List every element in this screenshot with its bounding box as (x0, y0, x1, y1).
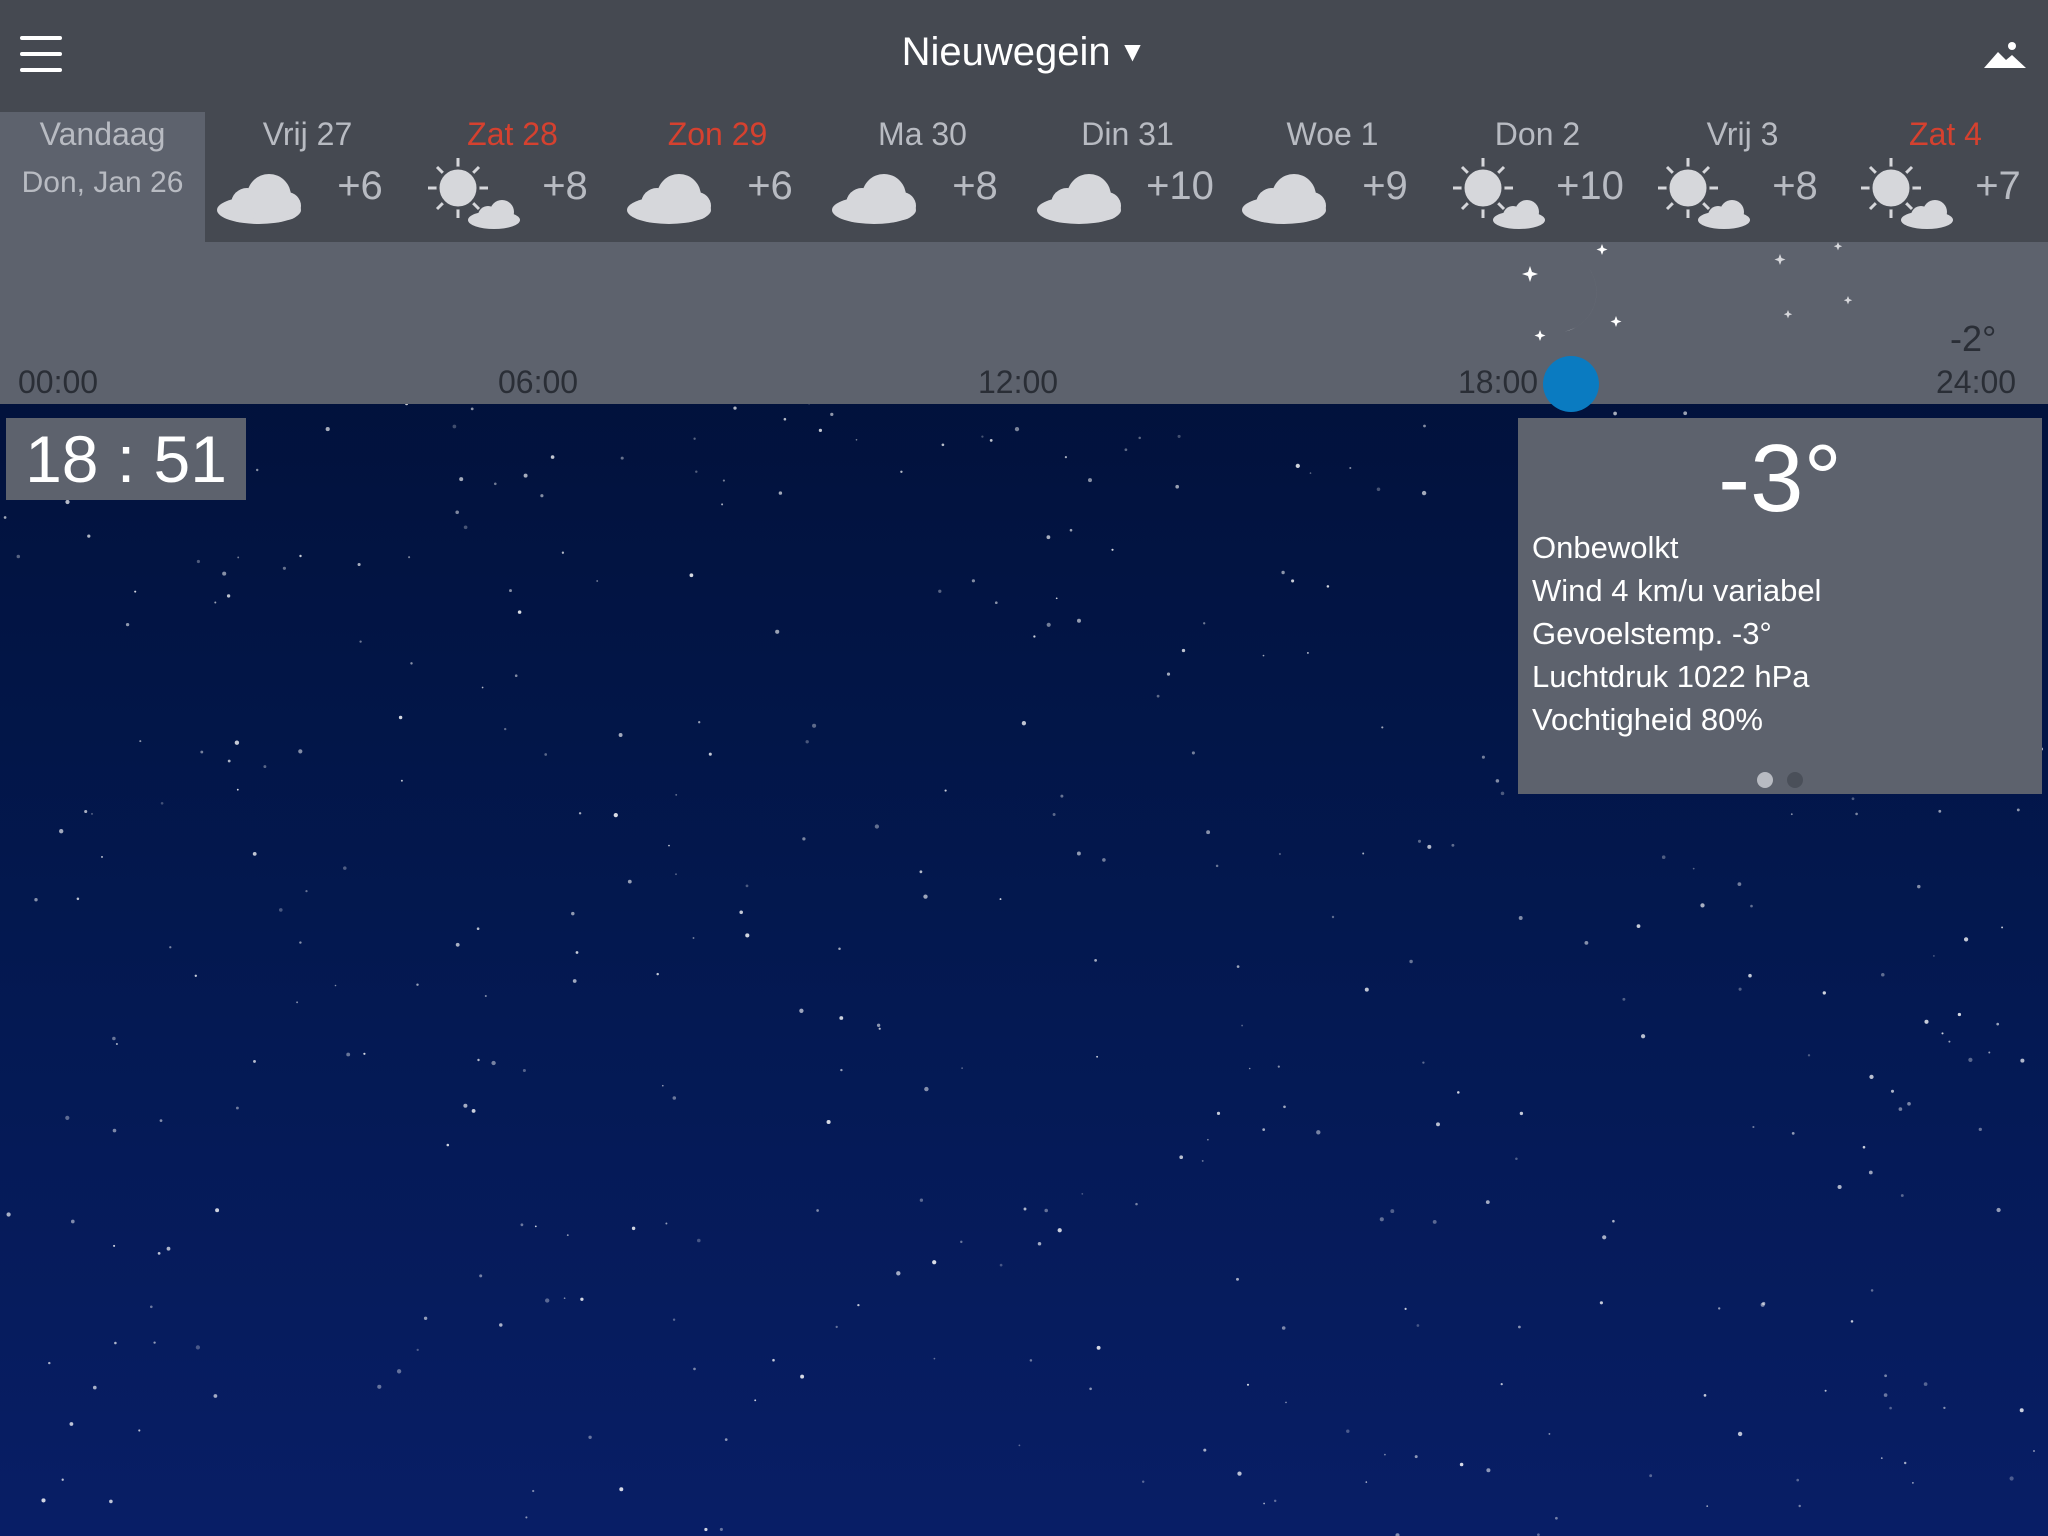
day-name: Zon 29 (667, 116, 768, 152)
day-forecast[interactable]: Don 2 +10 (1435, 112, 1640, 242)
sun-cloud-icon (428, 158, 520, 229)
day-temp: +8 (952, 164, 998, 208)
time-label: 00:00 (18, 364, 99, 400)
timeline-temp: -2° (1950, 318, 1997, 359)
current-temp: -3° (1718, 425, 1842, 532)
day-temp: +9 (1362, 164, 1408, 208)
current-weather-card[interactable]: -3° Onbewolkt Wind 4 km/u variabel Gevoe… (1518, 418, 2042, 794)
page-indicator[interactable] (1518, 772, 2042, 793)
feels-like-text: Gevoelstemp. -3° (1532, 616, 1772, 651)
page-dot[interactable] (1757, 772, 1773, 788)
day-date: Don, Jan 26 (21, 166, 184, 199)
day-name: Ma 30 (878, 116, 967, 152)
day-temp: +6 (337, 164, 383, 208)
day-name: Din 31 (1081, 116, 1174, 152)
sun-cloud-icon (1453, 158, 1545, 229)
day-temp: +10 (1556, 164, 1624, 208)
day-forecast[interactable]: Zon 29 +6 (615, 112, 820, 242)
day-name: Zat 4 (1909, 116, 1982, 152)
day-forecast[interactable]: Woe 1 +9 (1230, 112, 1435, 242)
time-label: 12:00 (978, 364, 1059, 400)
moon-stars-icon (1774, 242, 1853, 319)
city-selector[interactable]: Nieuwegein ▼ (0, 30, 2048, 75)
humidity-text: Vochtigheid 80% (1532, 702, 1763, 737)
hourly-timeline[interactable]: 00:00 06:00 12:00 18:00 24:00 -2° (0, 242, 2048, 404)
day-forecast[interactable]: Din 31 +10 (1025, 112, 1230, 242)
cloud-icon (627, 174, 711, 224)
mountain-icon[interactable] (1984, 38, 2026, 72)
cloud-icon (217, 174, 301, 224)
day-name: Woe 1 (1286, 116, 1379, 152)
time-label: 24:00 (1936, 364, 2017, 400)
cloud-icon (1037, 174, 1121, 224)
current-time-handle[interactable] (1543, 356, 1599, 412)
time-label: 06:00 (498, 364, 579, 400)
cloud-icon (832, 174, 916, 224)
day-forecast[interactable]: Zat 4 +7 (1843, 112, 2048, 242)
daily-forecast-strip: Vandaag Don, Jan 26 Vrij 27 +6 Zat 28 +8… (0, 112, 2048, 242)
dropdown-caret-icon: ▼ (1118, 36, 1147, 67)
day-temp: +8 (1772, 164, 1818, 208)
day-today[interactable]: Vandaag Don, Jan 26 (0, 112, 205, 242)
day-forecast[interactable]: Vrij 27 +6 (205, 112, 410, 242)
day-name: Zat 28 (467, 116, 558, 152)
day-forecast[interactable]: Ma 30 +8 (820, 112, 1025, 242)
day-temp: +6 (747, 164, 793, 208)
cloud-icon (1242, 174, 1326, 224)
condition-text: Onbewolkt (1532, 530, 1679, 565)
day-name: Don 2 (1494, 116, 1581, 152)
day-forecast[interactable]: Vrij 3 +8 (1640, 112, 1845, 242)
sun-cloud-icon (1658, 158, 1750, 229)
app-header: Nieuwegein ▼ (0, 0, 2048, 112)
pressure-text: Luchtdruk 1022 hPa (1532, 659, 1810, 694)
day-forecast[interactable]: Zat 28 +8 (410, 112, 615, 242)
city-name: Nieuwegein (901, 30, 1111, 74)
wind-text: Wind 4 km/u variabel (1532, 573, 1822, 608)
day-temp: +8 (542, 164, 588, 208)
day-temp: +7 (1975, 164, 2021, 208)
page-dot[interactable] (1787, 772, 1803, 788)
day-name: Vandaag (39, 116, 166, 152)
sun-cloud-icon (1861, 158, 1953, 229)
day-name: Vrij 27 (262, 116, 353, 152)
moon-stars-icon (1522, 244, 1622, 341)
time-label: 18:00 (1458, 364, 1539, 400)
current-time: 18 : 51 (6, 418, 246, 500)
day-temp: +10 (1146, 164, 1214, 208)
day-name: Vrij 3 (1706, 116, 1779, 152)
